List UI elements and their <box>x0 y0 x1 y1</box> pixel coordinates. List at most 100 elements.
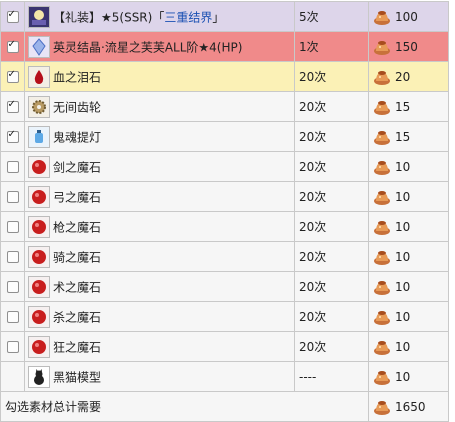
item-cost: 10 <box>395 279 411 294</box>
berserker-magic-stone-icon <box>28 335 50 358</box>
row-checkbox[interactable] <box>6 221 19 233</box>
quantity-cell: 20次 <box>294 91 369 122</box>
item-cell: 剑之魔石 <box>24 151 295 182</box>
row-checkbox[interactable] <box>6 281 19 293</box>
item-cell: 狂之魔石 <box>24 331 295 362</box>
item-name: 【礼装】★5(SSR)「三重结界」 <box>53 10 225 24</box>
table-row[interactable]: 术之魔石 20次 10 <box>0 271 449 302</box>
table-row[interactable]: 鬼魂提灯 20次 15 <box>0 121 449 152</box>
quantity-cell: ---- <box>294 361 369 392</box>
checkbox-cell[interactable] <box>0 241 25 272</box>
quantity-cell: 20次 <box>294 211 369 242</box>
item-quantity: 20次 <box>299 70 327 84</box>
item-name: 无间齿轮 <box>53 100 102 114</box>
item-quantity: 20次 <box>299 100 327 114</box>
item-cost: 150 <box>395 39 418 54</box>
table-row[interactable]: 骑之魔石 20次 10 <box>0 241 449 272</box>
checkbox-cell[interactable] <box>0 61 25 92</box>
row-checkbox[interactable] <box>6 251 19 263</box>
item-quantity: 20次 <box>299 160 327 174</box>
table-row[interactable]: 剑之魔石 20次 10 <box>0 151 449 182</box>
table-row[interactable]: 弓之魔石 20次 10 <box>0 181 449 212</box>
table-row[interactable]: 【礼装】★5(SSR)「三重结界」 5次 100 <box>0 1 449 32</box>
item-cell: 枪之魔石 <box>24 211 295 242</box>
item-name: 枪之魔石 <box>53 220 102 234</box>
pudding-currency-icon <box>373 68 391 86</box>
row-checkbox[interactable] <box>6 129 19 143</box>
item-quantity: 20次 <box>299 220 327 234</box>
item-name: 血之泪石 <box>53 70 102 84</box>
item-cost: 15 <box>395 99 411 114</box>
checkbox-cell[interactable] <box>0 331 25 362</box>
table-row[interactable]: 狂之魔石 20次 10 <box>0 331 449 362</box>
quantity-cell: 20次 <box>294 151 369 182</box>
table-row[interactable]: 血之泪石 20次 20 <box>0 61 449 92</box>
total-label-cell: 勾选素材总计需要 <box>0 391 369 422</box>
item-quantity: 20次 <box>299 190 327 204</box>
item-cost: 10 <box>395 339 411 354</box>
cost-cell: 20 <box>368 61 449 92</box>
checkbox-cell[interactable] <box>0 31 25 62</box>
item-cell: 杀之魔石 <box>24 301 295 332</box>
quantity-cell: 20次 <box>294 241 369 272</box>
checkbox-cell[interactable] <box>0 1 25 32</box>
cost-cell: 10 <box>368 151 449 182</box>
row-checkbox[interactable] <box>6 341 19 353</box>
item-quantity: 20次 <box>299 340 327 354</box>
checkbox-cell[interactable] <box>0 151 25 182</box>
item-cell: 血之泪石 <box>24 61 295 92</box>
quantity-cell: 20次 <box>294 121 369 152</box>
cost-cell: 10 <box>368 301 449 332</box>
item-name: 英灵结晶·流星之芙芙ALL阶★4(HP) <box>53 40 243 54</box>
checkbox-cell[interactable] <box>0 271 25 302</box>
table-row[interactable]: 杀之魔石 20次 10 <box>0 301 449 332</box>
row-checkbox[interactable] <box>6 191 19 203</box>
item-cost: 10 <box>395 249 411 264</box>
table-row[interactable]: 英灵结晶·流星之芙芙ALL阶★4(HP) 1次 150 <box>0 31 449 62</box>
total-cost-cell: 1650 <box>368 391 449 422</box>
quantity-cell: 20次 <box>294 181 369 212</box>
checkbox-cell[interactable] <box>0 301 25 332</box>
cost-cell: 10 <box>368 181 449 212</box>
checkbox-cell[interactable] <box>0 181 25 212</box>
checkbox-cell[interactable] <box>0 211 25 242</box>
pudding-currency-icon <box>373 128 391 146</box>
row-checkbox[interactable] <box>6 69 19 83</box>
checkbox-cell[interactable] <box>0 91 25 122</box>
row-checkbox[interactable] <box>6 39 19 53</box>
item-link[interactable]: 三重结界 <box>164 10 212 24</box>
row-checkbox[interactable] <box>6 9 19 23</box>
checkbox-cell[interactable] <box>0 121 25 152</box>
row-checkbox[interactable] <box>6 99 19 113</box>
checkbox-cell <box>0 361 25 392</box>
cost-cell: 10 <box>368 361 449 392</box>
item-quantity: 1次 <box>299 40 319 54</box>
item-quantity: 20次 <box>299 250 327 264</box>
cost-cell: 15 <box>368 91 449 122</box>
item-name: 剑之魔石 <box>53 160 102 174</box>
ce-card-icon <box>28 5 50 28</box>
quantity-cell: 1次 <box>294 31 369 62</box>
item-name: 狂之魔石 <box>53 340 102 354</box>
pudding-currency-icon <box>373 398 391 416</box>
row-checkbox[interactable] <box>6 311 19 323</box>
assassin-magic-stone-icon <box>28 305 50 328</box>
row-checkbox[interactable] <box>6 161 19 173</box>
table-row[interactable]: 黑猫模型 ---- 10 <box>0 361 449 392</box>
quantity-cell: 20次 <box>294 271 369 302</box>
lancer-magic-stone-icon <box>28 215 50 238</box>
pudding-currency-icon <box>373 308 391 326</box>
item-cell: 骑之魔石 <box>24 241 295 272</box>
table-row[interactable]: 无间齿轮 20次 15 <box>0 91 449 122</box>
table-row[interactable]: 枪之魔石 20次 10 <box>0 211 449 242</box>
cost-cell: 100 <box>368 1 449 32</box>
cost-cell: 10 <box>368 331 449 362</box>
pudding-currency-icon <box>373 248 391 266</box>
cost-cell: 150 <box>368 31 449 62</box>
black-cat-icon <box>28 365 50 388</box>
total-row: 勾选素材总计需要 1650 <box>0 391 449 422</box>
item-cell: 【礼装】★5(SSR)「三重结界」 <box>24 1 295 32</box>
cost-cell: 10 <box>368 241 449 272</box>
archer-magic-stone-icon <box>28 185 50 208</box>
item-name: 鬼魂提灯 <box>53 130 102 144</box>
